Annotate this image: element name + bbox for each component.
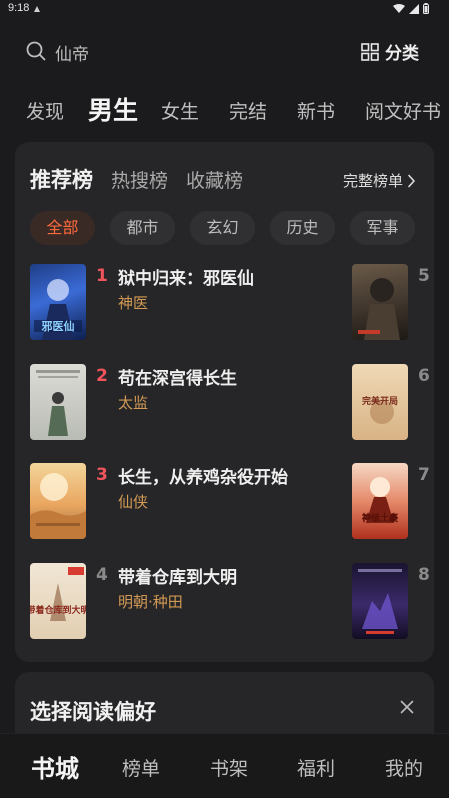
cover-art: 邪医仙 — [34, 279, 82, 340]
tab-discover[interactable]: 发现 — [26, 97, 64, 124]
notification-app-icon — [34, 6, 40, 12]
book-cover — [352, 264, 408, 340]
filter-chip-fantasy[interactable]: 玄幻 — [190, 211, 255, 245]
bottom-navigation: 书城 榜单 书架 福利 我的 — [0, 733, 449, 798]
search-icon — [26, 41, 46, 61]
book-list-item[interactable]: 3 长生，从养鸡杂役开始 仙侠 — [30, 463, 340, 539]
category-button[interactable]: 分类 — [361, 39, 419, 64]
book-title: 长生，从养鸡杂役开始 — [118, 468, 288, 488]
tab-female[interactable]: 女生 — [161, 97, 199, 124]
filter-chip-history[interactable]: 历史 — [270, 211, 335, 245]
book-cover — [30, 364, 86, 440]
book-rank: 5 — [418, 266, 430, 286]
status-icons — [393, 3, 429, 14]
grid-icon — [361, 42, 379, 61]
side-book-item[interactable]: 8 — [352, 563, 434, 639]
tab-good-books[interactable]: 阅文好书 — [365, 97, 441, 124]
book-cover: 神级土豪 — [352, 463, 408, 539]
cover-title-text: 带着仓库到大明 — [30, 604, 86, 616]
book-rank: 7 — [418, 465, 430, 485]
filter-chip-urban[interactable]: 都市 — [110, 211, 175, 245]
book-cover: 邪医仙 — [30, 264, 86, 340]
status-bar: 9:18 — [0, 0, 449, 20]
filter-chip-military[interactable]: 军事 — [350, 211, 415, 245]
tab-new-books[interactable]: 新书 — [297, 97, 335, 124]
book-cover: 完美开局 — [352, 364, 408, 440]
nav-benefits[interactable]: 福利 — [297, 754, 335, 781]
book-rank: 2 — [96, 366, 108, 386]
nav-bookstore[interactable]: 书城 — [31, 749, 79, 784]
search-input[interactable]: 仙帝 — [55, 40, 89, 65]
battery-icon — [423, 3, 429, 14]
chevron-right-icon — [408, 174, 415, 187]
genre-filter-row: 全部 都市 玄幻 历史 军事 — [30, 211, 434, 245]
book-rank: 6 — [418, 366, 430, 386]
rank-tab-favorites[interactable]: 收藏榜 — [186, 166, 243, 193]
search-bar[interactable]: 仙帝 分类 — [0, 30, 449, 72]
close-icon[interactable] — [400, 700, 414, 714]
cover-title-text: 神级土豪 — [362, 512, 398, 524]
nav-profile[interactable]: 我的 — [385, 754, 423, 781]
filter-chip-all[interactable]: 全部 — [30, 211, 95, 245]
side-book-item[interactable]: 完美开局 6 — [352, 364, 434, 440]
book-cover — [30, 463, 86, 539]
side-book-item[interactable]: 神级土豪 7 — [352, 463, 434, 539]
book-list-item[interactable]: 邪医仙 1 狱中归来：邪医仙 神医 — [30, 264, 340, 340]
cover-art: 带着仓库到大明 — [30, 567, 86, 621]
book-tag: 仙侠 — [118, 493, 149, 511]
book-tag: 太监 — [118, 394, 149, 412]
book-tag: 神医 — [118, 294, 149, 312]
cover-art — [36, 370, 80, 436]
book-cover — [352, 563, 408, 639]
book-rank: 8 — [418, 565, 430, 585]
cover-art: 完美开局 — [362, 395, 398, 424]
category-label: 分类 — [385, 44, 419, 64]
book-rank: 1 — [96, 266, 108, 286]
book-rank: 3 — [96, 465, 108, 485]
status-time: 9:18 — [8, 2, 30, 14]
book-list-item[interactable]: 带着仓库到大明 4 带着仓库到大明 明朝·种田 — [30, 563, 340, 639]
full-list-link[interactable]: 完整榜单 — [343, 170, 416, 191]
cover-art — [358, 569, 402, 634]
nav-rankings[interactable]: 榜单 — [122, 754, 160, 781]
cover-title-text: 邪医仙 — [41, 319, 75, 333]
full-list-label: 完整榜单 — [342, 172, 403, 190]
book-rank: 4 — [96, 565, 108, 585]
ranking-card: 推荐榜 热搜榜 收藏榜 完整榜单 全部 都市 玄幻 历史 军事 邪医仙 1 狱中… — [15, 142, 434, 662]
rank-tab-recommend[interactable]: 推荐榜 — [30, 164, 93, 194]
side-book-item[interactable]: 5 — [352, 264, 434, 340]
book-tag: 明朝·种田 — [118, 593, 183, 611]
channel-tabs: 发现 男生 女生 完结 新书 阅文好书 — [0, 88, 449, 132]
nav-bookshelf[interactable]: 书架 — [210, 754, 248, 781]
book-title: 苟在深宫得长生 — [118, 369, 237, 389]
book-title: 带着仓库到大明 — [118, 568, 237, 588]
wifi-icon — [393, 3, 405, 13]
book-title: 狱中归来：邪医仙 — [118, 269, 254, 289]
tab-finished[interactable]: 完结 — [229, 97, 267, 124]
cover-art: 神级土豪 — [362, 477, 398, 524]
book-list-item[interactable]: 2 苟在深宫得长生 太监 — [30, 364, 340, 440]
tab-male[interactable]: 男生 — [88, 91, 138, 127]
reading-preference-title: 选择阅读偏好 — [30, 700, 156, 724]
cover-art — [30, 473, 86, 539]
cover-title-text: 完美开局 — [362, 395, 398, 407]
signal-icon — [409, 3, 419, 14]
rank-tab-hot-search[interactable]: 热搜榜 — [111, 166, 168, 193]
cover-art — [358, 278, 400, 340]
book-cover: 带着仓库到大明 — [30, 563, 86, 639]
